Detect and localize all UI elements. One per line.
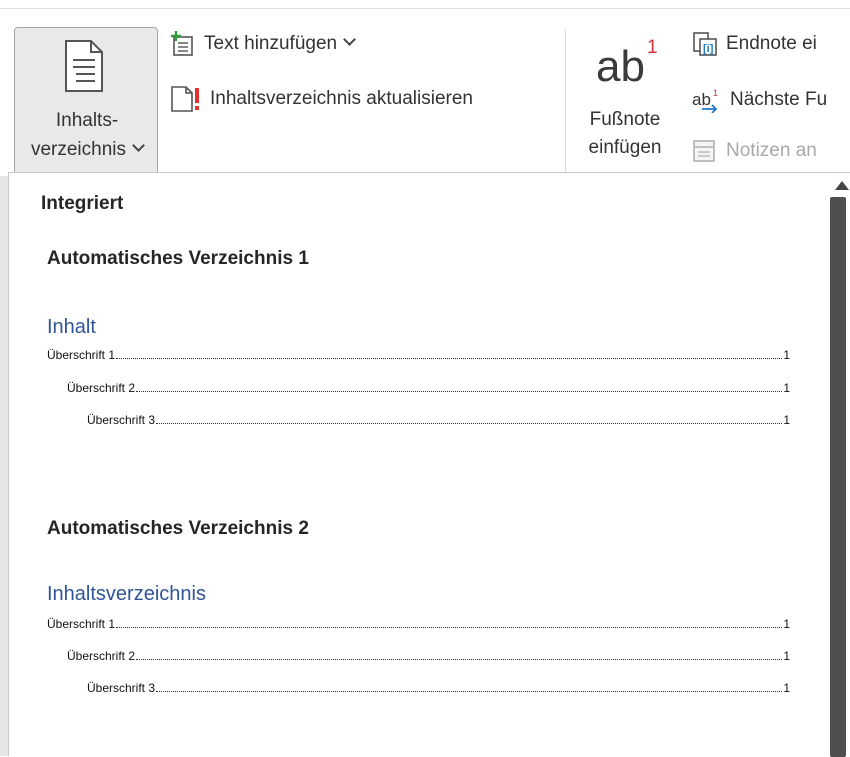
document-background [0,176,8,756]
svg-text:1: 1 [713,88,718,98]
insert-endnote-label: Endnote ei [726,33,817,54]
next-footnote-icon: ab 1 [692,88,718,113]
add-text-icon [171,31,193,56]
show-notes-button[interactable]: Notizen an [692,139,817,163]
document-list-icon [65,40,103,92]
update-toc-label: Inhaltsverzeichnis aktualisieren [210,88,473,109]
svg-text:[i]: [i] [703,43,714,55]
scroll-up-arrow-icon[interactable] [835,181,849,190]
show-notes-label: Notizen an [726,140,817,161]
add-text-button[interactable]: Text hinzufügen [170,31,356,57]
insert-endnote-button[interactable]: [i] Endnote ei [692,31,817,57]
next-footnote-button[interactable]: ab 1 Nächste Fu [692,87,827,113]
toc-preview-entry: Überschrift 11 [47,617,790,631]
gallery-category-header: Integriert [41,193,124,214]
toc-preview-entry: Überschrift 21 [67,649,790,663]
chevron-down-icon [132,139,145,152]
insert-footnote-label-line1[interactable]: Fußnote [579,109,671,131]
toc-preview-entry: Überschrift 31 [87,681,790,695]
toc-preview-heading: Inhaltsverzeichnis [47,583,206,605]
toc-preview-entry: Überschrift 31 [87,413,790,427]
insert-endnote-icon: [i] [693,32,717,56]
add-text-label: Text hinzufügen [204,33,338,54]
update-toc-button[interactable]: Inhaltsverzeichnis aktualisieren [170,85,473,113]
toc-preview-entry: Überschrift 11 [47,348,790,362]
toc-preview-entry: Überschrift 21 [67,381,790,395]
toc-button-label-line1: Inhalts- [55,110,119,131]
update-table-icon [171,86,199,112]
toc-preview-heading: Inhalt [47,316,96,338]
chevron-down-icon [343,32,356,46]
svg-text:ab: ab [692,90,711,109]
show-notes-icon [693,140,715,162]
ribbon-group-separator [565,29,566,177]
insert-footnote-icon[interactable]: ab 1 [596,38,658,89]
next-footnote-label: Nächste Fu [730,89,828,110]
gallery-item-title: Automatisches Verzeichnis 1 [47,248,309,269]
table-of-contents-button[interactable]: Inhalts- verzeichnis [14,27,158,179]
toc-button-label-line2: verzeichnis [15,139,159,161]
ribbon-references: Inhalts- verzeichnis Text hinzufügen Inh… [0,9,850,179]
scrollbar-thumb[interactable] [830,197,846,757]
gallery-item-title: Automatisches Verzeichnis 2 [47,518,309,539]
insert-footnote-label-line2[interactable]: einfügen [579,137,671,159]
toc-gallery-dropdown: Integriert Automatisches Verzeichnis 1 I… [8,172,850,757]
